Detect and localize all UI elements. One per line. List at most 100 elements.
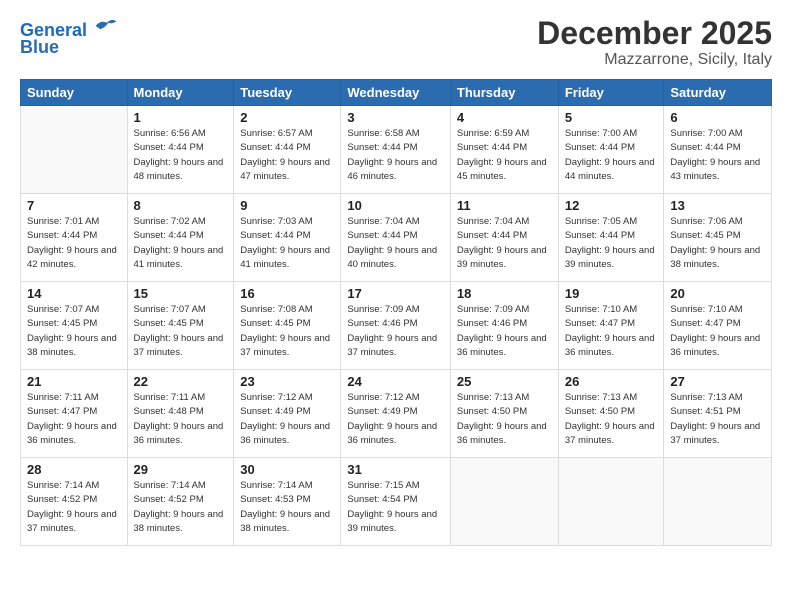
sunrise-text: Sunrise: 7:15 AM [347, 479, 444, 493]
daylight-text: Daylight: 9 hours and 37 minutes. [240, 332, 334, 361]
day-info: Sunrise: 7:12 AM Sunset: 4:49 PM Dayligh… [240, 391, 334, 448]
day-cell-1-2: 9 Sunrise: 7:03 AM Sunset: 4:44 PM Dayli… [234, 194, 341, 282]
daylight-text: Daylight: 9 hours and 39 minutes. [457, 244, 552, 273]
sunset-text: Sunset: 4:44 PM [240, 229, 334, 243]
day-cell-2-1: 15 Sunrise: 7:07 AM Sunset: 4:45 PM Dayl… [127, 282, 234, 370]
day-number: 15 [134, 286, 228, 301]
sunrise-text: Sunrise: 7:06 AM [670, 215, 765, 229]
sunset-text: Sunset: 4:46 PM [457, 317, 552, 331]
day-info: Sunrise: 7:15 AM Sunset: 4:54 PM Dayligh… [347, 479, 444, 536]
day-info: Sunrise: 7:12 AM Sunset: 4:49 PM Dayligh… [347, 391, 444, 448]
day-number: 24 [347, 374, 444, 389]
sunrise-text: Sunrise: 7:02 AM [134, 215, 228, 229]
sunset-text: Sunset: 4:44 PM [565, 141, 658, 155]
day-cell-4-1: 29 Sunrise: 7:14 AM Sunset: 4:52 PM Dayl… [127, 458, 234, 546]
sunset-text: Sunset: 4:52 PM [27, 493, 121, 507]
day-cell-3-3: 24 Sunrise: 7:12 AM Sunset: 4:49 PM Dayl… [341, 370, 451, 458]
sunrise-text: Sunrise: 7:10 AM [565, 303, 658, 317]
daylight-text: Daylight: 9 hours and 45 minutes. [457, 156, 552, 185]
logo-bird-icon [94, 16, 118, 36]
sunrise-text: Sunrise: 6:56 AM [134, 127, 228, 141]
sunset-text: Sunset: 4:53 PM [240, 493, 334, 507]
day-number: 26 [565, 374, 658, 389]
daylight-text: Daylight: 9 hours and 36 minutes. [347, 420, 444, 449]
daylight-text: Daylight: 9 hours and 37 minutes. [670, 420, 765, 449]
day-number: 1 [134, 110, 228, 125]
day-cell-1-0: 7 Sunrise: 7:01 AM Sunset: 4:44 PM Dayli… [21, 194, 128, 282]
day-cell-2-3: 17 Sunrise: 7:09 AM Sunset: 4:46 PM Dayl… [341, 282, 451, 370]
day-number: 14 [27, 286, 121, 301]
day-info: Sunrise: 7:02 AM Sunset: 4:44 PM Dayligh… [134, 215, 228, 272]
sunrise-text: Sunrise: 7:03 AM [240, 215, 334, 229]
sunrise-text: Sunrise: 7:07 AM [134, 303, 228, 317]
sunrise-text: Sunrise: 7:14 AM [240, 479, 334, 493]
sunset-text: Sunset: 4:50 PM [457, 405, 552, 419]
header-thursday: Thursday [450, 80, 558, 106]
day-number: 10 [347, 198, 444, 213]
day-number: 19 [565, 286, 658, 301]
day-number: 16 [240, 286, 334, 301]
sunrise-text: Sunrise: 7:09 AM [457, 303, 552, 317]
day-info: Sunrise: 7:08 AM Sunset: 4:45 PM Dayligh… [240, 303, 334, 360]
header: General Blue December 2025 Mazzarrone, S… [20, 16, 772, 69]
daylight-text: Daylight: 9 hours and 47 minutes. [240, 156, 334, 185]
day-cell-2-2: 16 Sunrise: 7:08 AM Sunset: 4:45 PM Dayl… [234, 282, 341, 370]
day-number: 6 [670, 110, 765, 125]
daylight-text: Daylight: 9 hours and 36 minutes. [134, 420, 228, 449]
day-cell-0-3: 3 Sunrise: 6:58 AM Sunset: 4:44 PM Dayli… [341, 106, 451, 194]
daylight-text: Daylight: 9 hours and 48 minutes. [134, 156, 228, 185]
day-cell-0-1: 1 Sunrise: 6:56 AM Sunset: 4:44 PM Dayli… [127, 106, 234, 194]
header-tuesday: Tuesday [234, 80, 341, 106]
sunset-text: Sunset: 4:44 PM [457, 229, 552, 243]
daylight-text: Daylight: 9 hours and 36 minutes. [27, 420, 121, 449]
day-cell-0-4: 4 Sunrise: 6:59 AM Sunset: 4:44 PM Dayli… [450, 106, 558, 194]
day-number: 17 [347, 286, 444, 301]
day-info: Sunrise: 7:13 AM Sunset: 4:50 PM Dayligh… [457, 391, 552, 448]
day-cell-0-0 [21, 106, 128, 194]
sunset-text: Sunset: 4:49 PM [347, 405, 444, 419]
sunrise-text: Sunrise: 7:13 AM [457, 391, 552, 405]
daylight-text: Daylight: 9 hours and 42 minutes. [27, 244, 121, 273]
day-info: Sunrise: 7:14 AM Sunset: 4:53 PM Dayligh… [240, 479, 334, 536]
daylight-text: Daylight: 9 hours and 38 minutes. [134, 508, 228, 537]
day-number: 5 [565, 110, 658, 125]
day-number: 4 [457, 110, 552, 125]
week-row-4: 28 Sunrise: 7:14 AM Sunset: 4:52 PM Dayl… [21, 458, 772, 546]
calendar-table: Sunday Monday Tuesday Wednesday Thursday… [20, 79, 772, 546]
day-number: 30 [240, 462, 334, 477]
day-number: 7 [27, 198, 121, 213]
sunrise-text: Sunrise: 7:12 AM [347, 391, 444, 405]
sunset-text: Sunset: 4:44 PM [134, 141, 228, 155]
day-cell-2-4: 18 Sunrise: 7:09 AM Sunset: 4:46 PM Dayl… [450, 282, 558, 370]
day-cell-4-0: 28 Sunrise: 7:14 AM Sunset: 4:52 PM Dayl… [21, 458, 128, 546]
day-cell-0-2: 2 Sunrise: 6:57 AM Sunset: 4:44 PM Dayli… [234, 106, 341, 194]
week-row-1: 7 Sunrise: 7:01 AM Sunset: 4:44 PM Dayli… [21, 194, 772, 282]
day-number: 13 [670, 198, 765, 213]
sunrise-text: Sunrise: 6:58 AM [347, 127, 444, 141]
sunset-text: Sunset: 4:45 PM [240, 317, 334, 331]
daylight-text: Daylight: 9 hours and 36 minutes. [240, 420, 334, 449]
week-row-3: 21 Sunrise: 7:11 AM Sunset: 4:47 PM Dayl… [21, 370, 772, 458]
sunset-text: Sunset: 4:51 PM [670, 405, 765, 419]
sunrise-text: Sunrise: 7:14 AM [27, 479, 121, 493]
daylight-text: Daylight: 9 hours and 37 minutes. [565, 420, 658, 449]
day-info: Sunrise: 7:14 AM Sunset: 4:52 PM Dayligh… [27, 479, 121, 536]
day-info: Sunrise: 7:00 AM Sunset: 4:44 PM Dayligh… [565, 127, 658, 184]
daylight-text: Daylight: 9 hours and 41 minutes. [134, 244, 228, 273]
day-number: 27 [670, 374, 765, 389]
sunset-text: Sunset: 4:52 PM [134, 493, 228, 507]
sunrise-text: Sunrise: 7:12 AM [240, 391, 334, 405]
day-cell-2-5: 19 Sunrise: 7:10 AM Sunset: 4:47 PM Dayl… [558, 282, 664, 370]
day-cell-3-2: 23 Sunrise: 7:12 AM Sunset: 4:49 PM Dayl… [234, 370, 341, 458]
sunset-text: Sunset: 4:44 PM [240, 141, 334, 155]
day-cell-1-5: 12 Sunrise: 7:05 AM Sunset: 4:44 PM Dayl… [558, 194, 664, 282]
day-number: 2 [240, 110, 334, 125]
sunrise-text: Sunrise: 7:13 AM [565, 391, 658, 405]
header-friday: Friday [558, 80, 664, 106]
daylight-text: Daylight: 9 hours and 37 minutes. [347, 332, 444, 361]
day-info: Sunrise: 7:03 AM Sunset: 4:44 PM Dayligh… [240, 215, 334, 272]
day-info: Sunrise: 7:14 AM Sunset: 4:52 PM Dayligh… [134, 479, 228, 536]
sunrise-text: Sunrise: 7:09 AM [347, 303, 444, 317]
day-cell-1-1: 8 Sunrise: 7:02 AM Sunset: 4:44 PM Dayli… [127, 194, 234, 282]
day-number: 18 [457, 286, 552, 301]
